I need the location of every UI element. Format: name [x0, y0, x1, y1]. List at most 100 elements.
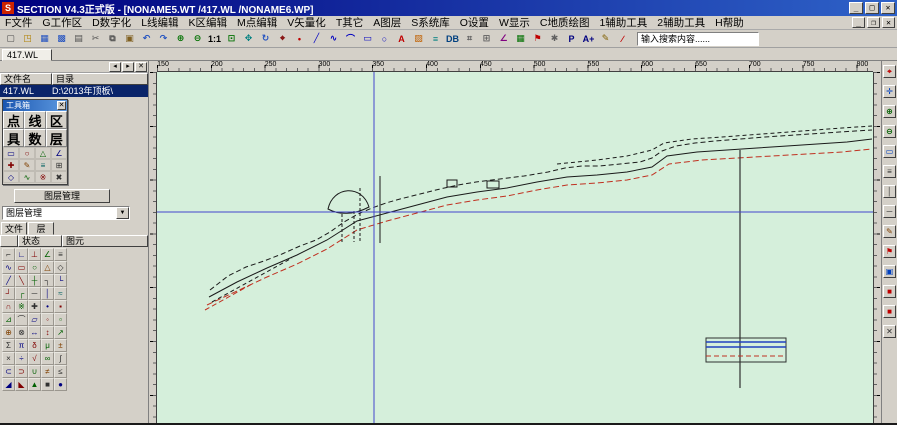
toolbox-category-tab[interactable]: 线 — [24, 111, 45, 129]
layer-manage-button[interactable]: 图层管理 — [14, 189, 110, 203]
symbol-icon[interactable]: ✱ — [546, 31, 563, 47]
polyline-tool-icon[interactable]: ∿ — [325, 31, 342, 47]
arc-tool-icon[interactable]: ⌒ — [342, 31, 359, 47]
toolbox-mini-icon[interactable]: ◇ — [3, 171, 19, 183]
palette-icon[interactable]: △ — [41, 261, 54, 274]
cut-icon[interactable]: ✂ — [87, 31, 104, 47]
zoom-window-icon[interactable]: ⊡ — [223, 31, 240, 47]
strip-box-icon[interactable]: ▣ — [883, 265, 896, 278]
slash-icon[interactable]: ∕ — [614, 31, 631, 47]
pan-icon[interactable]: ✥ — [240, 31, 257, 47]
palette-icon[interactable]: ○ — [28, 261, 41, 274]
palette-icon[interactable]: ≠ — [41, 365, 54, 378]
palette-icon[interactable]: ▭ — [15, 261, 28, 274]
palette-icon[interactable]: ∩ — [2, 300, 15, 313]
palette-icon[interactable]: │ — [41, 287, 54, 300]
print-icon[interactable]: ▤ — [70, 31, 87, 47]
palette-icon[interactable]: ⊿ — [2, 313, 15, 326]
strip-layers-icon[interactable]: ≡ — [883, 165, 896, 178]
panel-next-button[interactable]: ▸ — [122, 62, 134, 72]
file-name-column-header[interactable]: 文件名 — [0, 73, 52, 85]
palette-icon[interactable]: ◦ — [41, 313, 54, 326]
palette-icon[interactable]: ≈ — [54, 287, 67, 300]
pen-icon[interactable]: ✎ — [597, 31, 614, 47]
zoom-actual-icon[interactable]: 1:1 — [206, 31, 223, 47]
snap-icon[interactable]: ⊞ — [478, 31, 495, 47]
toolbox-mini-icon[interactable]: ✎ — [19, 159, 35, 171]
doc-close-button[interactable]: ✕ — [882, 17, 895, 28]
tab-layers[interactable]: 层 — [28, 222, 54, 235]
p-tool-icon[interactable]: P — [563, 31, 580, 47]
panel-close-button[interactable]: ✕ — [135, 62, 147, 72]
palette-element-column[interactable]: 图元 — [62, 235, 148, 247]
maximize-button[interactable]: □ — [865, 2, 879, 14]
palette-icon[interactable]: ∠ — [41, 248, 54, 261]
menu-item[interactable]: T其它 — [331, 16, 368, 29]
palette-icon[interactable]: π — [15, 339, 28, 352]
toolbox-mini-icon[interactable]: ⊞ — [51, 159, 67, 171]
toolbox-category-tab[interactable]: 点 — [3, 111, 24, 129]
zoom-out-icon[interactable]: ⊖ — [189, 31, 206, 47]
database-icon[interactable]: DB — [444, 31, 461, 47]
palette-icon[interactable]: ⌐ — [2, 248, 15, 261]
redo-icon[interactable]: ↷ — [155, 31, 172, 47]
strip-pen-icon[interactable]: ✎ — [883, 225, 896, 238]
file-dir-column-header[interactable]: 目录 — [52, 73, 148, 85]
grid-icon[interactable]: ⌗ — [461, 31, 478, 47]
palette-icon[interactable]: ╲ — [15, 274, 28, 287]
palette-icon[interactable]: √ — [28, 352, 41, 365]
strip-zoom-in-icon[interactable]: ⊕ — [883, 105, 896, 118]
palette-icon[interactable]: ◣ — [15, 378, 28, 391]
strip-hline-icon[interactable]: ─ — [883, 205, 896, 218]
minimize-button[interactable]: _ — [849, 2, 863, 14]
palette-icon[interactable]: ─ — [28, 287, 41, 300]
toolbox-category-tab[interactable]: 数 — [24, 129, 45, 147]
search-input[interactable] — [637, 32, 759, 46]
palette-icon[interactable]: ⊂ — [2, 365, 15, 378]
menu-item[interactable]: G工作区 — [37, 16, 87, 29]
palette-icon[interactable]: μ — [41, 339, 54, 352]
palette-icon[interactable]: ∟ — [15, 248, 28, 261]
palette-icon[interactable]: ※ — [15, 300, 28, 313]
palette-icon[interactable]: └ — [54, 274, 67, 287]
palette-icon[interactable]: ↗ — [54, 326, 67, 339]
palette-icon[interactable]: ┐ — [41, 274, 54, 287]
palette-icon[interactable]: ⊕ — [2, 326, 15, 339]
open-file-icon[interactable]: ◳ — [19, 31, 36, 47]
strip-pan-icon[interactable]: ✛ — [883, 85, 896, 98]
fill-color-icon[interactable]: ▨ — [410, 31, 427, 47]
menu-item[interactable]: V矢量化 — [282, 16, 331, 29]
menu-item[interactable]: O设置 — [455, 16, 494, 29]
measure-icon[interactable]: ∠ — [495, 31, 512, 47]
palette-icon[interactable]: ⊥ — [28, 248, 41, 261]
palette-icon[interactable]: ÷ — [15, 352, 28, 365]
refresh-icon[interactable]: ↻ — [257, 31, 274, 47]
palette-icon[interactable]: ≡ — [54, 248, 67, 261]
menu-item[interactable]: H帮助 — [710, 16, 749, 29]
strip-red-icon[interactable]: ■ — [883, 285, 896, 298]
palette-icon[interactable]: ≤ — [54, 365, 67, 378]
toolbox-mini-icon[interactable]: △ — [35, 147, 51, 159]
menu-item[interactable]: K区编辑 — [184, 16, 233, 29]
palette-icon[interactable]: ◇ — [54, 261, 67, 274]
menu-item[interactable]: L线编辑 — [136, 16, 183, 29]
toolbox-mini-icon[interactable]: ≡ — [35, 159, 51, 171]
toolbox-mini-icon[interactable]: ▭ — [3, 147, 19, 159]
palette-icon[interactable]: ± — [54, 339, 67, 352]
strip-rect-icon[interactable]: ▭ — [883, 145, 896, 158]
menu-item[interactable]: F文件 — [0, 16, 37, 29]
palette-icon[interactable]: ◢ — [2, 378, 15, 391]
copy-icon[interactable]: ⧉ — [104, 31, 121, 47]
palette-icon[interactable]: ┼ — [28, 274, 41, 287]
palette-icon[interactable]: ▫ — [54, 313, 67, 326]
palette-icon[interactable]: ╱ — [2, 274, 15, 287]
drawing-canvas[interactable] — [157, 72, 873, 423]
menu-item[interactable]: 2辅助工具 — [652, 16, 710, 29]
rect-tool-icon[interactable]: ▭ — [359, 31, 376, 47]
toolbox-mini-icon[interactable]: ※ — [35, 171, 51, 183]
toolbox-mini-icon[interactable]: ∿ — [19, 171, 35, 183]
palette-icon[interactable]: ∫ — [54, 352, 67, 365]
strip-flag-icon[interactable]: ⚑ — [883, 245, 896, 258]
menu-item[interactable]: A图层 — [368, 16, 406, 29]
palette-icon[interactable]: Σ — [2, 339, 15, 352]
